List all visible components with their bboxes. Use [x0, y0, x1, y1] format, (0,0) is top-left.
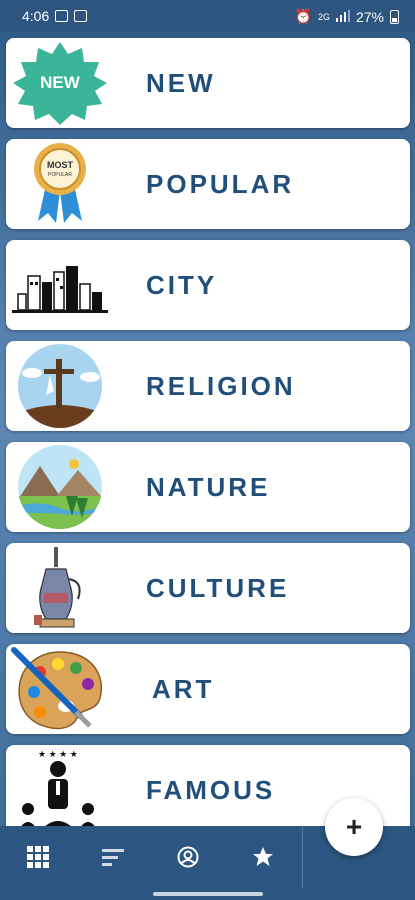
alarm-icon: ⏰ [294, 8, 312, 24]
nav-grid[interactable] [0, 826, 75, 888]
category-label: NEW [146, 68, 216, 98]
category-label: NATURE [146, 472, 271, 502]
category-card-city[interactable]: CITY [6, 240, 410, 330]
add-button[interactable]: + [325, 798, 383, 856]
battery-icon [390, 9, 399, 24]
ornate-jug-icon [34, 547, 81, 628]
category-label: FAMOUS [146, 775, 276, 805]
paint-palette-icon [11, 647, 102, 730]
category-card-popular[interactable]: MOST POPULAR POPULAR [6, 139, 410, 229]
grid-icon [26, 846, 49, 868]
category-label: CULTURE [146, 573, 290, 603]
star-icon [252, 847, 273, 866]
category-card-art[interactable]: ART [6, 644, 410, 734]
most-popular-ribbon-icon: MOST POPULAR [34, 143, 86, 223]
gallery-notification-icon [55, 10, 69, 22]
category-card-new[interactable]: NEW NEW [6, 38, 410, 128]
signal-icon [335, 9, 350, 25]
category-card-culture[interactable]: CULTURE [6, 543, 410, 633]
category-list: NEW NEW MOST POPULAR POPULAR CITY RELIGI… [6, 38, 410, 846]
nav-sort[interactable] [75, 826, 150, 888]
new-badge-text: NEW [40, 73, 81, 92]
category-label: CITY [146, 270, 218, 300]
app-notification-icon [74, 10, 88, 22]
status-time: 4:06 [22, 8, 50, 24]
account-icon [177, 846, 198, 868]
category-card-nature[interactable]: NATURE [6, 442, 410, 532]
gesture-bar [0, 888, 415, 900]
network-type: 2G [317, 11, 330, 22]
category-label: ART [152, 674, 215, 704]
svg-text:★ ★ ★ ★: ★ ★ ★ ★ [38, 749, 78, 759]
nav-favorites[interactable] [225, 826, 300, 888]
famous-person-icon: ★ ★ ★ ★ [18, 749, 98, 831]
category-card-religion[interactable]: RELIGION [6, 341, 410, 431]
city-skyline-icon [12, 266, 108, 313]
category-label: RELIGION [146, 371, 296, 401]
status-bar: 4:06 ⏰ 2G 27% [0, 0, 415, 32]
popular-badge-text-2: POPULAR [48, 172, 72, 178]
popular-badge-text-1: MOST [47, 160, 74, 170]
new-badge-icon: NEW [13, 42, 107, 125]
nav-divider [302, 826, 303, 888]
battery-percent: 27% [355, 8, 384, 25]
mountain-landscape-icon [18, 445, 102, 529]
nav-account[interactable] [150, 826, 225, 888]
category-label: POPULAR [146, 169, 295, 199]
home-gesture-handle[interactable] [153, 892, 263, 896]
sort-icon [101, 849, 124, 866]
cross-hill-icon [18, 344, 102, 428]
